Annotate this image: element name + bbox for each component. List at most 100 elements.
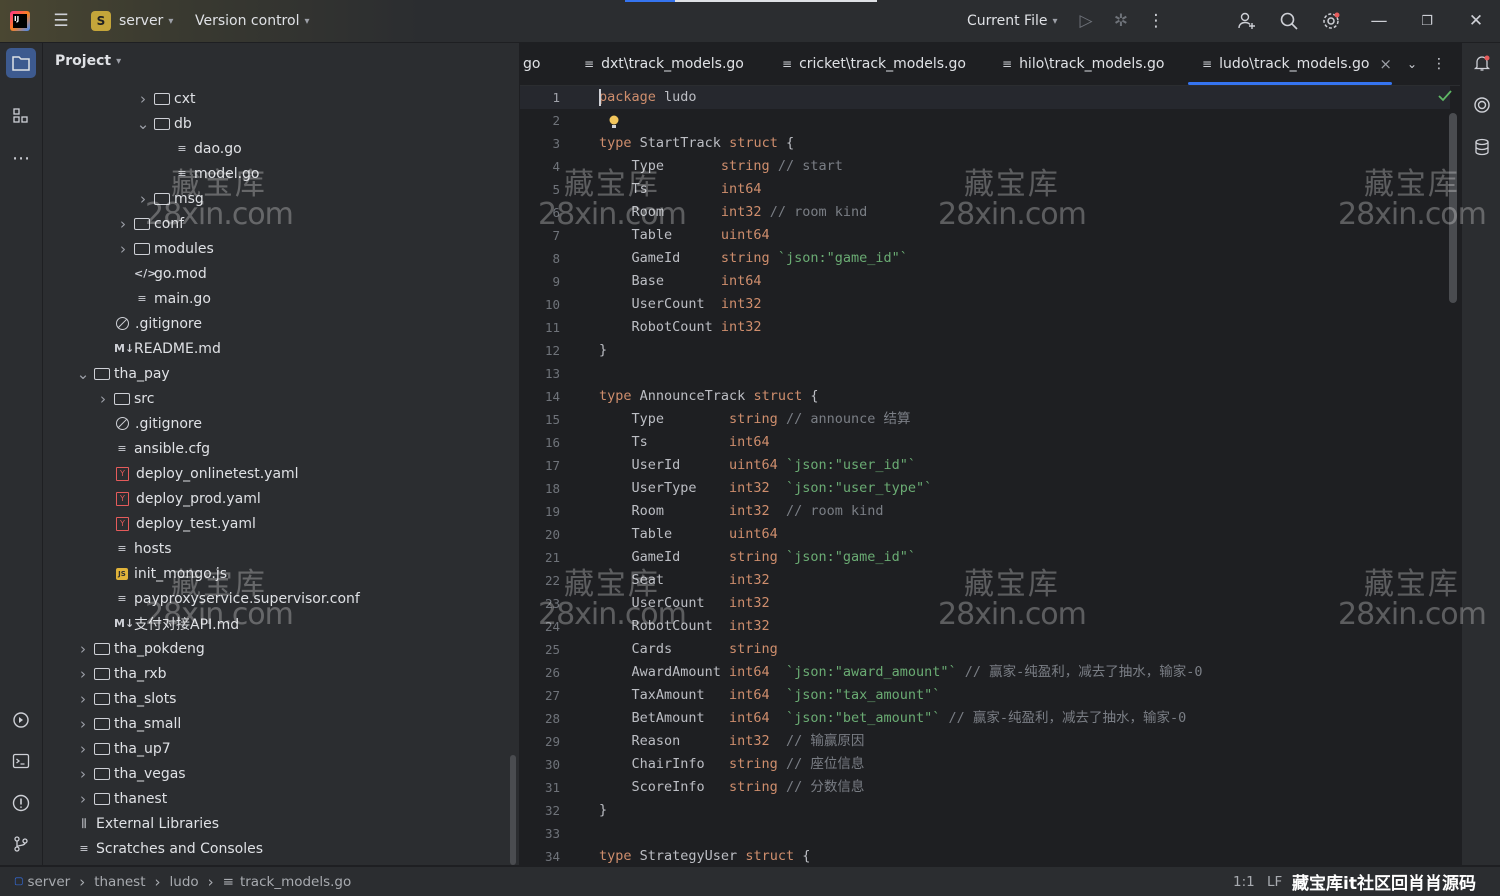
code-token: UserCount xyxy=(599,595,730,611)
breadcrumb-item[interactable]: server xyxy=(27,874,70,890)
tree-item[interactable]: › tha_small xyxy=(76,711,181,736)
chevron-right-icon[interactable]: › xyxy=(76,665,90,683)
editor-tab[interactable]: ≡ cricket\track_models.go xyxy=(782,43,966,85)
chevron-right-icon[interactable]: › xyxy=(76,740,90,758)
notifications-bell-icon[interactable] xyxy=(1467,48,1497,78)
tree-item[interactable]: ≡ Scratches and Consoles xyxy=(76,836,263,861)
project-badge: S xyxy=(91,11,111,31)
tree-item[interactable]: › conf xyxy=(116,211,184,236)
project-selector[interactable]: S server ▾ xyxy=(91,0,173,42)
breadcrumb-item[interactable]: thanest xyxy=(94,874,145,890)
caret-position[interactable]: 1:1 xyxy=(1233,867,1255,896)
git-branch-icon[interactable] xyxy=(6,829,36,859)
tab-more-icon[interactable]: ⋮ xyxy=(1432,43,1446,85)
chevron-right-icon[interactable]: › xyxy=(116,240,130,258)
tree-item[interactable]: › tha_pokdeng xyxy=(76,636,205,661)
more-tools-icon[interactable]: ⋯ xyxy=(6,143,36,173)
code-token: UserType xyxy=(599,480,730,496)
debug-icon[interactable]: ✲ xyxy=(1111,0,1131,42)
tab-close-icon[interactable]: × xyxy=(1379,55,1392,73)
tree-item[interactable]: › thanest xyxy=(76,786,167,811)
tree-item[interactable]: › tha_vegas xyxy=(76,761,186,786)
chevron-right-icon[interactable]: › xyxy=(136,90,150,108)
structure-icon[interactable] xyxy=(6,101,36,131)
line-separator[interactable]: LF xyxy=(1267,867,1282,896)
lightbulb-icon[interactable] xyxy=(608,114,620,134)
editor-tab[interactable]: go xyxy=(523,43,540,85)
tree-item[interactable]: Ydeploy_onlinetest.yaml xyxy=(96,461,299,486)
text-caret xyxy=(599,89,601,106)
vcs-selector[interactable]: Version control ▾ xyxy=(195,0,310,42)
code-token: int32 xyxy=(729,733,778,749)
app-logo[interactable]: IJ xyxy=(10,0,30,42)
editor-tab[interactable]: ≡ hilo\track_models.go xyxy=(1002,43,1164,85)
tree-item[interactable]: </> go.mod xyxy=(116,261,207,286)
chevron-down-icon[interactable]: ⌄ xyxy=(136,115,150,133)
tree-item[interactable]: Ydeploy_test.yaml xyxy=(96,511,256,536)
chevron-right-icon[interactable]: › xyxy=(76,690,90,708)
database-icon[interactable] xyxy=(1467,132,1497,162)
chevron-right-icon[interactable]: › xyxy=(76,640,90,658)
terminal-icon[interactable] xyxy=(6,746,36,776)
project-tool-folder-icon[interactable] xyxy=(6,48,36,78)
problems-icon[interactable] xyxy=(6,788,36,818)
tree-item[interactable]: M↓ README.md xyxy=(96,336,221,361)
tree-item[interactable]: › cxt xyxy=(136,86,195,111)
run-icon[interactable]: ▷ xyxy=(1076,0,1096,42)
tree-item[interactable]: › msg xyxy=(136,186,204,211)
tree-item[interactable]: ⫼ External Libraries xyxy=(76,811,219,836)
restore-icon[interactable]: ❐ xyxy=(1418,0,1436,42)
run-config-label: Current File xyxy=(967,13,1048,29)
services-icon[interactable] xyxy=(6,705,36,735)
tree-item[interactable]: ≡ payproxyservice.supervisor.conf xyxy=(96,586,359,611)
add-user-icon[interactable] xyxy=(1236,0,1258,42)
tree-item[interactable]: M↓ 支付对接API.md xyxy=(96,611,239,636)
code-token: } xyxy=(599,342,608,358)
chevron-right-icon[interactable]: › xyxy=(96,390,110,408)
run-config-selector[interactable]: Current File ▾ xyxy=(967,0,1058,42)
tree-item[interactable]: ≡ hosts xyxy=(96,536,171,561)
ai-assistant-icon[interactable] xyxy=(1467,90,1497,120)
tree-item-label: tha_pokdeng xyxy=(114,640,205,657)
chevron-right-icon[interactable]: › xyxy=(116,215,130,233)
breadcrumb-item[interactable]: ludo xyxy=(170,874,199,890)
line-number: 18 xyxy=(544,481,560,496)
chevron-down-icon[interactable]: ⌄ xyxy=(76,365,90,383)
chevron-right-icon[interactable]: › xyxy=(76,765,90,783)
tree-item[interactable]: › src xyxy=(96,386,154,411)
settings-gear-icon[interactable] xyxy=(1320,0,1342,42)
tree-item[interactable]: .gitignore xyxy=(96,311,202,336)
tree-item[interactable]: › tha_up7 xyxy=(76,736,171,761)
chevron-down-icon[interactable]: ⌄ xyxy=(1404,43,1420,85)
tree-item[interactable]: › tha_rxb xyxy=(76,661,167,686)
tree-item[interactable]: Ydeploy_prod.yaml xyxy=(96,486,261,511)
editor-tab[interactable]: ≡ dxt\track_models.go xyxy=(584,43,744,85)
tree-item[interactable]: ≡ ansible.cfg xyxy=(96,436,210,461)
tree-item[interactable]: ≡ model.go xyxy=(156,161,259,186)
more-actions-icon[interactable]: ⋮ xyxy=(1148,0,1165,42)
chevron-right-icon[interactable]: › xyxy=(136,190,150,208)
main-menu-icon[interactable]: ☰ xyxy=(50,0,72,42)
tree-item[interactable]: ≡ main.go xyxy=(116,286,211,311)
tree-item[interactable]: ⌄ tha_pay xyxy=(76,361,170,386)
project-scrollbar[interactable] xyxy=(510,755,516,865)
search-icon[interactable] xyxy=(1278,0,1300,42)
tree-item[interactable]: JS init_mongo.js xyxy=(96,561,227,586)
tree-item[interactable]: ≡ dao.go xyxy=(156,136,242,161)
tree-item[interactable]: › modules xyxy=(116,236,214,261)
chevron-right-icon[interactable]: › xyxy=(76,715,90,733)
tree-item[interactable]: › tha_slots xyxy=(76,686,176,711)
editor-scrollbar[interactable] xyxy=(1449,113,1457,303)
tree-item[interactable]: .gitignore xyxy=(96,411,202,436)
tree-item[interactable]: ⌄ db xyxy=(136,111,192,136)
minimize-icon[interactable]: — xyxy=(1370,0,1388,42)
tree-item-label: dao.go xyxy=(194,140,242,157)
breadcrumb-item[interactable]: track_models.go xyxy=(240,874,351,890)
project-panel-header[interactable]: Project ▾ xyxy=(55,53,121,69)
close-window-icon[interactable]: ✕ xyxy=(1467,0,1485,42)
inspection-ok-check-icon[interactable] xyxy=(1438,90,1452,106)
tab-active[interactable]: ≡ ludo\track_models.go × xyxy=(1188,43,1392,85)
tree-item-label: deploy_onlinetest.yaml xyxy=(136,465,299,482)
external-libraries-icon: ⫼ xyxy=(81,816,87,830)
chevron-right-icon[interactable]: › xyxy=(76,790,90,808)
